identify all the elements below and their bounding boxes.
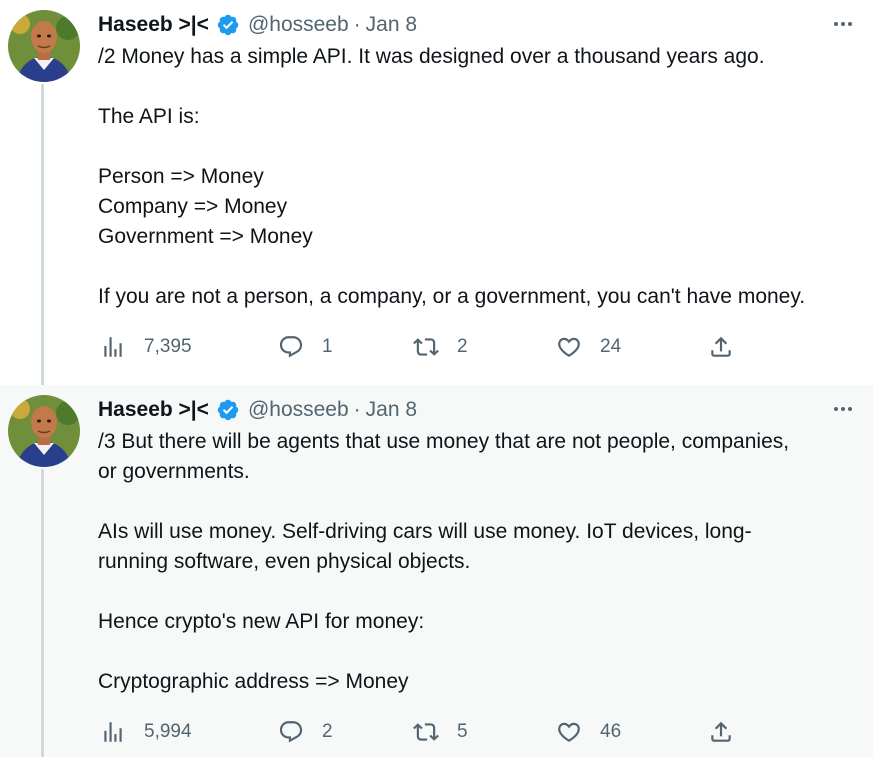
more-options-icon[interactable]: [831, 397, 855, 421]
tweet-date[interactable]: Jan 8: [366, 13, 417, 37]
views-count: 7,395: [144, 336, 192, 357]
avatar[interactable]: [8, 395, 80, 467]
tweet-line: /2 Money has a simple API. It was design…: [98, 45, 765, 68]
thread-line: [41, 84, 44, 385]
share-button[interactable]: [708, 332, 734, 362]
views-button[interactable]: 5,994: [100, 717, 192, 747]
retweet-arrows-icon: [413, 723, 439, 741]
tweet-line: Cryptographic address => Money: [98, 670, 409, 693]
views-chart-icon: [104, 722, 122, 742]
tweet-header: Haseeb >|< @hosseeb · Jan 8: [98, 396, 417, 424]
tweet-line: or governments.: [98, 460, 250, 483]
tweet-date[interactable]: Jan 8: [366, 398, 417, 422]
views-count: 5,994: [144, 721, 192, 742]
author-name[interactable]: Haseeb >|<: [98, 398, 209, 422]
share-upload-icon: [711, 721, 731, 742]
tweet-line: AIs will use money. Self-driving cars wi…: [98, 520, 752, 543]
share-upload-icon: [711, 336, 731, 357]
reply-bubble-icon: [279, 336, 303, 358]
retweet-count: 2: [457, 336, 468, 357]
more-options-icon[interactable]: [831, 12, 855, 36]
reply-button[interactable]: 2: [278, 717, 333, 747]
tweet-line: Person => Money: [98, 165, 264, 188]
like-button[interactable]: 24: [556, 332, 621, 362]
heart-icon: [558, 337, 580, 357]
retweet-button[interactable]: 2: [413, 332, 468, 362]
like-button[interactable]: 46: [556, 717, 621, 747]
like-count: 24: [600, 336, 622, 357]
retweet-arrows-icon: [413, 338, 439, 356]
tweet-text: /3 But there will be agents that use mon…: [98, 427, 863, 697]
retweet-count: 5: [457, 721, 468, 742]
thread-line: [41, 469, 44, 757]
views-button[interactable]: 7,395: [100, 332, 192, 362]
tweet-2[interactable]: Haseeb >|< @hosseeb · Jan 8 /3 But there…: [0, 385, 873, 757]
verified-badge-icon: [216, 398, 240, 422]
tweet-line: [98, 577, 863, 607]
tweet-actions: 7,395 1 2 24: [98, 332, 748, 362]
reply-button[interactable]: 1: [278, 332, 333, 362]
reply-count: 1: [322, 336, 333, 357]
tweet-line: The API is:: [98, 105, 200, 128]
verified-badge-icon: [216, 13, 240, 37]
author-handle[interactable]: @hosseeb: [248, 13, 349, 37]
share-button[interactable]: [708, 717, 734, 747]
tweet-line: [98, 132, 863, 162]
tweet-line: /3 But there will be agents that use mon…: [98, 430, 790, 453]
reply-bubble-icon: [279, 721, 303, 743]
tweet-line: Company => Money: [98, 195, 288, 218]
avatar[interactable]: [8, 10, 80, 82]
heart-icon: [558, 722, 580, 742]
tweet-header: Haseeb >|< @hosseeb · Jan 8: [98, 11, 417, 39]
tweet-line: [98, 487, 863, 517]
separator-dot: ·: [353, 13, 361, 36]
tweet-text: /2 Money has a simple API. It was design…: [98, 42, 863, 312]
tweet-line: Government => Money: [98, 225, 313, 248]
tweet-line: [98, 637, 863, 667]
author-handle[interactable]: @hosseeb: [248, 398, 349, 422]
views-chart-icon: [104, 337, 122, 357]
tweet-1[interactable]: Haseeb >|< @hosseeb · Jan 8 /2 Money has…: [0, 0, 873, 385]
tweet-line: running software, even physical objects.: [98, 550, 471, 573]
tweet-line: If you are not a person, a company, or a…: [98, 285, 806, 308]
author-name[interactable]: Haseeb >|<: [98, 13, 209, 37]
reply-count: 2: [322, 721, 333, 742]
tweet-line: Hence crypto's new API for money:: [98, 610, 425, 633]
like-count: 46: [600, 721, 622, 742]
retweet-button[interactable]: 5: [413, 717, 468, 747]
tweet-actions: 5,994 2 5 46: [98, 717, 748, 747]
separator-dot: ·: [353, 398, 361, 421]
tweet-line: [98, 252, 863, 282]
tweet-line: [98, 72, 863, 102]
